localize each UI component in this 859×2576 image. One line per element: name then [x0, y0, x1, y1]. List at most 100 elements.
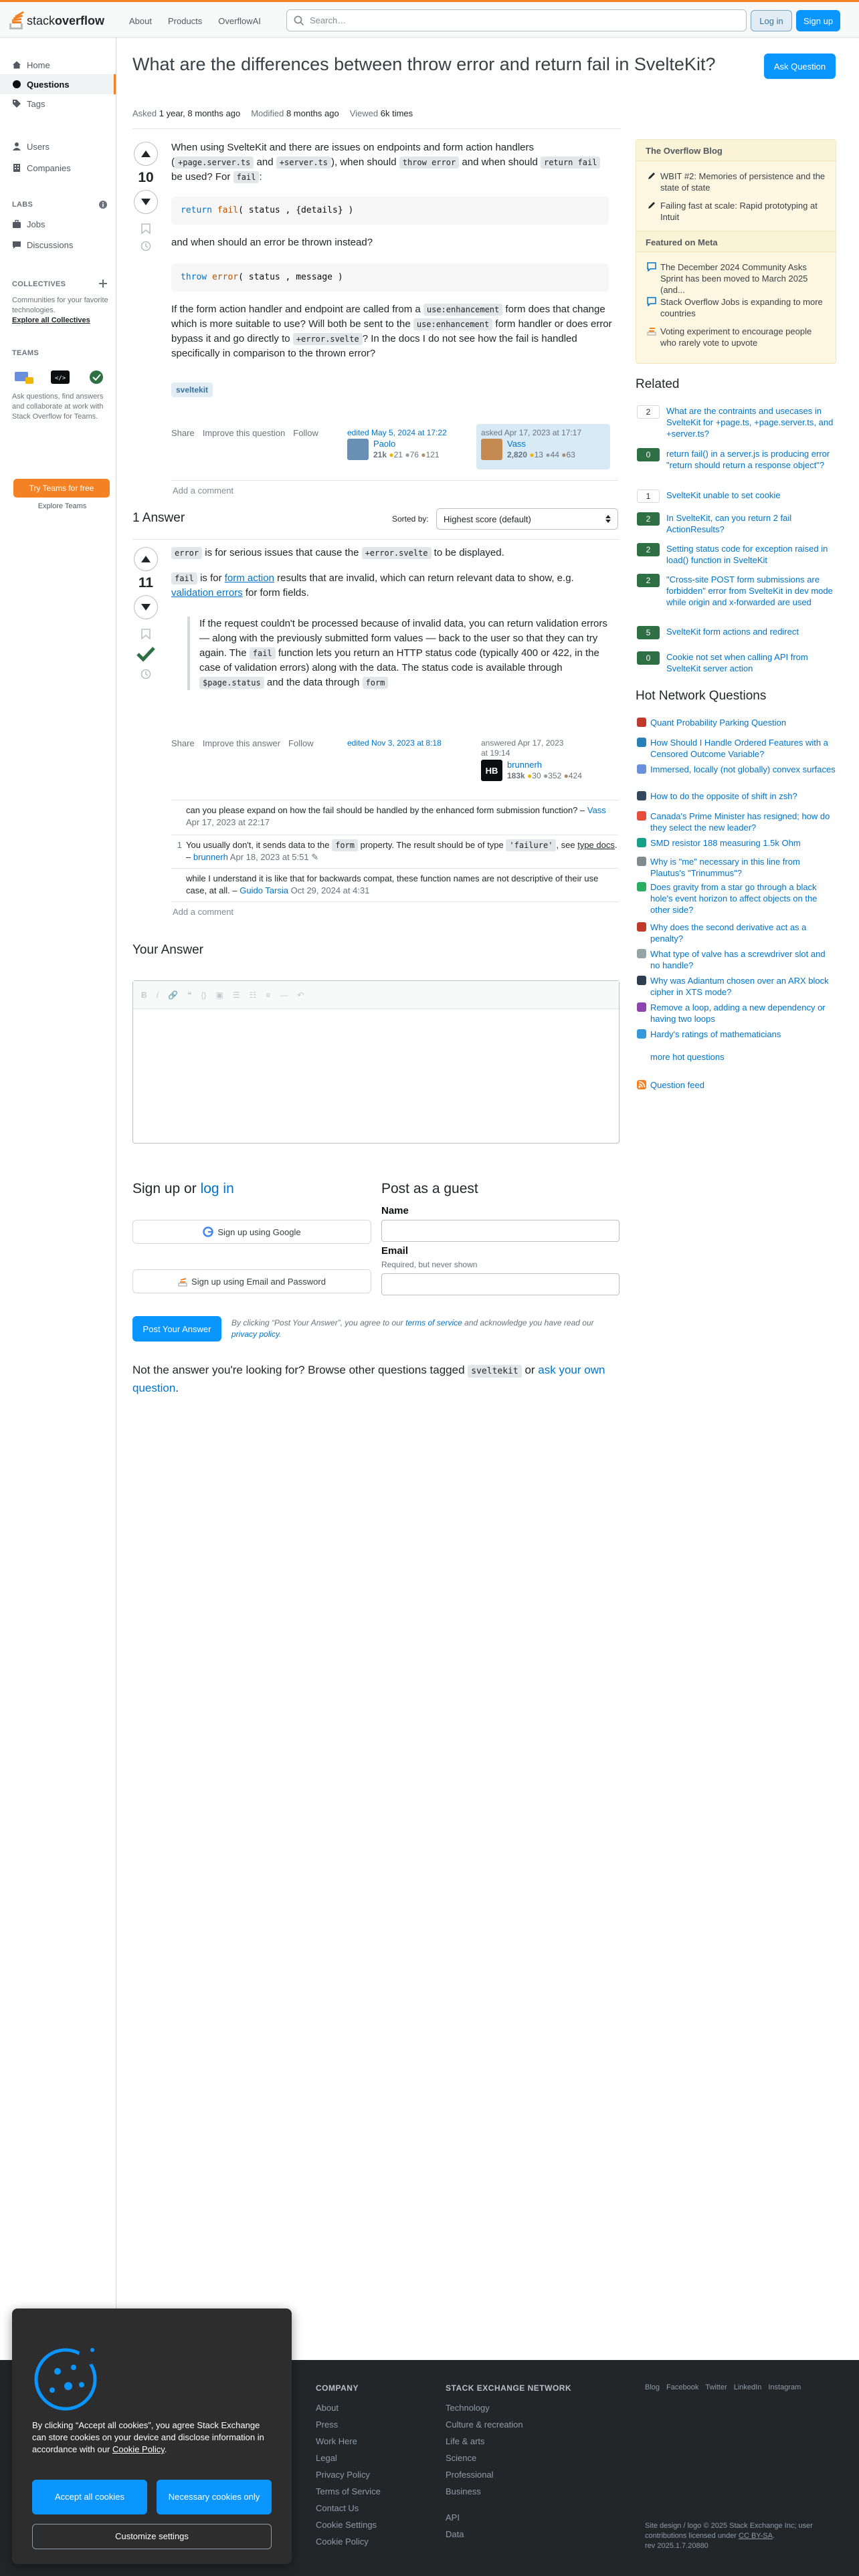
ordered-list-icon[interactable]: ☰: [233, 990, 240, 1000]
bookmark-icon[interactable]: [141, 223, 151, 234]
question-feed-link[interactable]: Question feed: [636, 1079, 836, 1091]
sidebar-item-home[interactable]: Home: [0, 55, 116, 75]
sidebar-item-questions[interactable]: Questions: [0, 74, 116, 94]
related-item[interactable]: 5 SvelteKit form actions and redirect: [636, 626, 836, 639]
footer-link[interactable]: Science: [446, 2450, 523, 2466]
footer-link[interactable]: Culture & recreation: [446, 2416, 523, 2433]
hot-question-title[interactable]: Why was Adiantum chosen over an ARX bloc…: [650, 975, 836, 998]
footer-link[interactable]: Professional: [446, 2466, 523, 2483]
email-input[interactable]: [381, 1273, 619, 1295]
history-icon[interactable]: [140, 669, 151, 679]
sidebar-item-discussions[interactable]: Discussions: [0, 235, 116, 255]
footer-link[interactable]: About: [316, 2399, 381, 2416]
edited-link[interactable]: edited Nov 3, 2023 at 8:18: [347, 738, 442, 748]
footer-facebook-link[interactable]: Facebook: [666, 2383, 698, 2391]
hot-question-title[interactable]: How to do the opposite of shift in zsh?: [650, 790, 836, 802]
meta-item[interactable]: Stack Overflow Jobs is expanding to more…: [647, 296, 828, 319]
footer-blog-link[interactable]: Blog: [645, 2383, 660, 2391]
editor-name[interactable]: Paolo: [373, 439, 395, 449]
related-title[interactable]: Setting status code for exception raised…: [666, 543, 836, 566]
asker-name[interactable]: Vass: [507, 439, 526, 449]
hot-question-item[interactable]: Does gravity from a star go through a bl…: [636, 881, 836, 916]
hot-question-title[interactable]: Does gravity from a star go through a bl…: [650, 881, 836, 916]
type-docs-link[interactable]: type docs: [577, 840, 615, 850]
privacy-link[interactable]: privacy policy: [231, 1329, 279, 1339]
question-title[interactable]: What are the differences between throw e…: [132, 52, 741, 76]
image-icon[interactable]: ▣: [215, 990, 223, 1000]
upvote-button[interactable]: [134, 547, 158, 571]
footer-link[interactable]: Privacy Policy: [316, 2466, 381, 2483]
sidebar-item-companies[interactable]: Companies: [0, 158, 116, 178]
tag-sveltekit[interactable]: sveltekit: [468, 1365, 522, 1378]
follow-link[interactable]: Follow: [288, 738, 314, 748]
link-icon[interactable]: 🔗: [168, 990, 178, 1000]
footer-link[interactable]: Cookie Settings: [316, 2516, 381, 2533]
hot-question-item[interactable]: Why was Adiantum chosen over an ARX bloc…: [636, 975, 836, 998]
related-item[interactable]: 2 "Cross-site POST form submissions are f…: [636, 574, 836, 608]
hot-question-title[interactable]: Quant Probability Parking Question: [650, 717, 836, 728]
add-comment-link[interactable]: Add a comment: [173, 907, 233, 917]
bookmark-icon[interactable]: [141, 629, 151, 639]
nav-overflowai[interactable]: OverflowAI: [211, 12, 268, 30]
hot-question-title[interactable]: Remove a loop, adding a new dependency o…: [650, 1002, 836, 1025]
hot-question-item[interactable]: Quant Probability Parking Question: [636, 717, 836, 728]
signup-button[interactable]: Sign up: [796, 10, 840, 31]
accept-all-cookies-button[interactable]: Accept all cookies: [32, 2480, 147, 2514]
related-title[interactable]: return fail() in a server.js is producin…: [666, 448, 836, 471]
post-answer-button[interactable]: Post Your Answer: [132, 1316, 221, 1341]
related-item[interactable]: 2 In SvelteKit, can you return 2 fail Act…: [636, 512, 836, 535]
rule-icon[interactable]: —: [280, 990, 288, 1000]
share-link[interactable]: Share: [171, 428, 195, 438]
hot-question-title[interactable]: Why does the second derivative act as a …: [650, 922, 836, 944]
add-comment-link[interactable]: Add a comment: [173, 486, 233, 496]
quote-icon[interactable]: ❝: [187, 990, 191, 1000]
comment-user[interactable]: brunnerh: [193, 852, 228, 862]
related-item[interactable]: 2 Setting status code for exception raise…: [636, 543, 836, 566]
related-title[interactable]: "Cross-site POST form submissions are fo…: [666, 574, 836, 608]
sidebar-item-users[interactable]: Users: [0, 136, 116, 156]
modified-date[interactable]: 8 months ago: [286, 108, 339, 118]
edited-link[interactable]: edited May 5, 2024 at 17:22: [347, 428, 447, 437]
comment-user[interactable]: Vass: [587, 805, 606, 815]
footer-link[interactable]: Cookie Policy: [316, 2533, 381, 2550]
cookie-policy-link[interactable]: Cookie Policy: [112, 2444, 165, 2454]
avatar[interactable]: [481, 439, 502, 460]
related-title[interactable]: What are the contraints and usecases in …: [666, 405, 836, 439]
hot-question-title[interactable]: Canada's Prime Minister has resigned; ho…: [650, 811, 836, 833]
comment-user[interactable]: Guido Tarsia: [240, 885, 288, 895]
stackoverflow-logo[interactable]: stackoverflow: [9, 11, 104, 31]
follow-link[interactable]: Follow: [293, 428, 318, 438]
terms-link[interactable]: terms of service: [405, 1318, 462, 1327]
related-item[interactable]: 0 Cookie not set when calling API from Sv…: [636, 651, 836, 674]
hot-question-item[interactable]: Remove a loop, adding a new dependency o…: [636, 1002, 836, 1025]
related-title[interactable]: Cookie not set when calling API from Sve…: [666, 651, 836, 674]
footer-link[interactable]: Business: [446, 2483, 523, 2500]
hot-question-item[interactable]: Why does the second derivative act as a …: [636, 922, 836, 944]
login-link[interactable]: log in: [201, 1181, 234, 1196]
hot-question-title[interactable]: Hardy's ratings of mathematicians: [650, 1029, 836, 1040]
nav-products[interactable]: Products: [161, 12, 209, 30]
hot-question-title[interactable]: How Should I Handle Ordered Features wit…: [650, 737, 836, 760]
meta-item[interactable]: Voting experiment to encourage people wh…: [647, 326, 828, 348]
google-signup-button[interactable]: Sign up using Google: [132, 1220, 371, 1244]
explore-collectives-link[interactable]: Explore all Collectives: [12, 316, 112, 326]
footer-link[interactable]: Work Here: [316, 2433, 381, 2450]
hot-question-item[interactable]: Immersed, locally (not globally) convex …: [636, 764, 836, 775]
blog-item[interactable]: WBIT #2: Memories of persistence and the…: [647, 171, 828, 193]
footer-link[interactable]: Legal: [316, 2450, 381, 2466]
heading-icon[interactable]: ≡: [266, 990, 270, 1000]
tag-sveltekit[interactable]: sveltekit: [171, 383, 213, 397]
upvote-button[interactable]: [134, 142, 158, 166]
search-input[interactable]: Search…: [286, 9, 747, 31]
related-title[interactable]: SvelteKit form actions and redirect: [666, 626, 836, 637]
hot-question-item[interactable]: How Should I Handle Ordered Features wit…: [636, 737, 836, 760]
hot-question-title[interactable]: Why is "me" necessary in this line from …: [650, 856, 836, 879]
hot-question-title[interactable]: Immersed, locally (not globally) convex …: [650, 764, 836, 775]
hot-question-item[interactable]: Why is "me" necessary in this line from …: [636, 856, 836, 879]
form-action-link[interactable]: form action: [225, 572, 274, 584]
footer-link[interactable]: Technology: [446, 2399, 523, 2416]
try-teams-button[interactable]: Try Teams for free: [13, 479, 110, 498]
related-item[interactable]: 0 return fail() in a server.js is produci…: [636, 448, 836, 471]
downvote-button[interactable]: [134, 595, 158, 619]
info-icon[interactable]: [99, 201, 107, 209]
